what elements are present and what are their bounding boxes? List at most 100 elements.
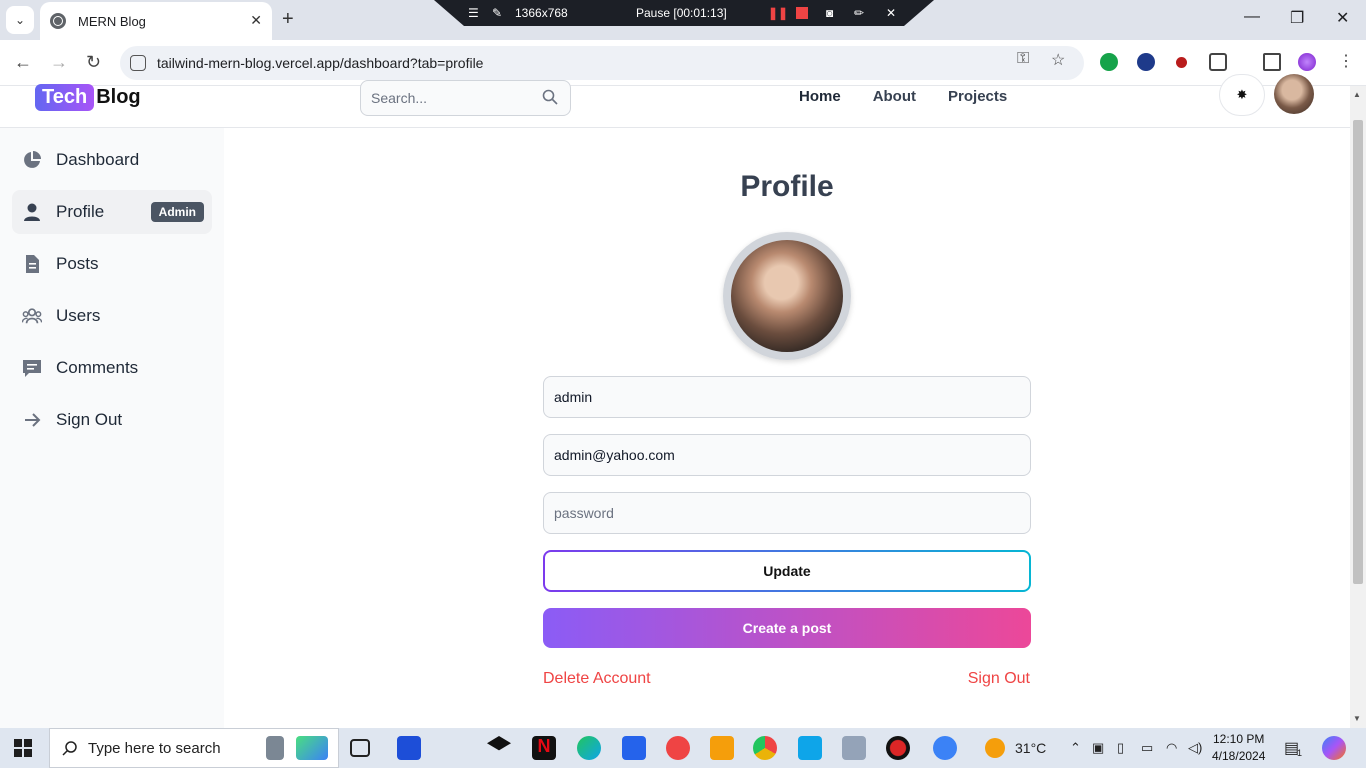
pause-icon[interactable]: ❚❚ [768,6,788,20]
pin-icon[interactable]: ✎ [492,6,502,20]
wps-app-icon[interactable] [666,736,690,760]
pie-chart-icon [22,150,42,170]
page-scrollbar[interactable]: ▲ ▼ [1350,86,1366,728]
sidebar-item-posts[interactable]: Posts [12,242,212,286]
menu-icon[interactable]: ☰ [468,6,479,20]
scroll-thumb[interactable] [1353,120,1363,584]
recorder-app-icon[interactable] [886,736,910,760]
paint-app-icon[interactable] [842,736,866,760]
extensions-puzzle-icon[interactable] [1209,53,1227,71]
tab-title: MERN Blog [78,13,146,29]
browser-tab[interactable]: MERN Blog ✕ [40,2,272,40]
username-field[interactable]: admin [543,376,1031,418]
record-extension-icon[interactable] [1176,57,1187,68]
clock-time: 12:10 PM [1213,732,1265,746]
check-extension-icon[interactable] [1137,53,1155,71]
sidebar-item-users[interactable]: Users [12,294,212,338]
site-logo[interactable]: Tech Blog [35,84,141,111]
sidebar-item-dashboard[interactable]: Dashboard [12,138,212,182]
username-value: admin [554,389,593,405]
email-field[interactable]: admin@yahoo.com [543,434,1031,476]
wifi-icon[interactable]: ◠ [1166,740,1177,756]
update-button[interactable]: Update [543,550,1031,592]
stop-icon[interactable] [796,7,808,19]
file-explorer-icon[interactable] [710,736,734,760]
taskbar-clock[interactable]: 12:10 PM 4/18/2024 [1212,731,1265,765]
user-avatar[interactable] [1274,74,1314,114]
tray-app-icon[interactable]: ▣ [1092,740,1104,756]
sidebar-item-comments[interactable]: Comments [12,346,212,390]
comment-icon [22,358,42,378]
camera-icon[interactable]: ◙ [826,6,833,20]
recorder-resolution: 1366x768 [515,6,568,20]
browser-menu-icon[interactable]: ⋮ [1338,53,1356,71]
clock-date: 4/18/2024 [1212,749,1266,763]
bookmark-star-icon[interactable]: ☆ [1051,50,1065,70]
help-app-icon[interactable] [933,736,957,760]
edge-app-icon[interactable] [577,736,601,760]
scroll-down-icon[interactable]: ▼ [1353,714,1361,723]
new-tab-icon[interactable]: + [282,8,294,31]
scroll-up-icon[interactable]: ▲ [1353,90,1361,99]
windows-start-icon[interactable] [14,739,32,757]
minimize-icon[interactable]: — [1244,8,1260,26]
site-info-icon[interactable] [130,55,146,71]
netflix-app-icon[interactable]: N [532,736,556,760]
weather-sun-icon[interactable] [985,738,1005,758]
reload-icon[interactable]: ↻ [86,52,101,73]
sidebar-item-label: Users [56,306,101,325]
volume-icon[interactable]: ◁) [1188,740,1202,756]
recorder-status: Pause [00:01:13] [636,6,727,20]
mail-app-icon[interactable] [622,736,646,760]
store-app-icon[interactable] [397,736,421,760]
create-post-button[interactable]: Create a post [543,608,1031,648]
task-view-icon[interactable] [350,739,370,757]
sidebar-item-label: Posts [56,254,99,273]
windows-taskbar: Type here to search N 31°C ⌃ ▣ ▯ ▭ ◠ ◁) … [0,728,1366,768]
theme-toggle-button[interactable]: ✸ [1219,74,1265,116]
url-text: tailwind-mern-blog.vercel.app/dashboard?… [157,55,484,71]
browser-profile-avatar[interactable] [1298,53,1316,71]
close-window-icon[interactable]: ✕ [1336,8,1349,28]
battery-icon[interactable]: ▭ [1141,740,1153,756]
side-panel-icon[interactable] [1263,53,1281,71]
search-input[interactable]: Search... [360,80,571,116]
screen-recorder-bar: ☰ ✎ 1366x768 Pause [00:01:13] ❚❚ ◙ ✏ ✕ [434,0,934,26]
logo-tech: Tech [35,84,95,111]
sidebar-item-profile[interactable]: Profile Admin [12,190,212,234]
back-icon[interactable]: ← [14,52,32,73]
forward-icon[interactable]: → [50,52,68,73]
notification-count: 1 [1297,748,1303,758]
nav-about[interactable]: About [873,88,916,105]
grammarly-extension-icon[interactable] [1100,53,1118,71]
close-recorder-icon[interactable]: ✕ [886,6,896,20]
tray-device-icon[interactable]: ▯ [1117,740,1124,756]
users-icon [22,306,42,326]
restore-icon[interactable]: ❐ [1290,8,1304,28]
maps-app-icon[interactable] [296,736,328,760]
sign-out-link[interactable]: Sign Out [968,670,1030,688]
page-title: Profile [740,170,834,203]
globe-icon [50,13,66,29]
tab-search-icon[interactable]: ⌄ [6,6,34,34]
password-placeholder: password [554,505,614,521]
search-icon[interactable] [542,89,558,105]
nav-projects[interactable]: Projects [948,88,1007,105]
sidebar-item-sign-out[interactable]: Sign Out [12,398,212,442]
weather-temperature[interactable]: 31°C [1015,740,1046,756]
profile-avatar[interactable] [723,232,851,360]
copilot-icon[interactable] [1322,736,1346,760]
dropbox-app-icon[interactable] [487,736,511,751]
pen-icon[interactable]: ✏ [854,6,864,20]
password-field[interactable]: password [543,492,1031,534]
luggage-app-icon[interactable] [266,736,284,760]
nav-home[interactable]: Home [799,88,841,105]
vscode-app-icon[interactable] [798,736,822,760]
password-key-icon[interactable]: ⚿ [1017,50,1029,68]
chevron-up-icon[interactable]: ⌃ [1070,740,1081,756]
close-tab-icon[interactable]: ✕ [250,12,262,29]
arrow-right-icon [22,410,42,430]
delete-account-link[interactable]: Delete Account [543,670,651,688]
address-bar[interactable]: tailwind-mern-blog.vercel.app/dashboard?… [120,46,1084,80]
chrome-app-icon[interactable] [753,736,777,760]
